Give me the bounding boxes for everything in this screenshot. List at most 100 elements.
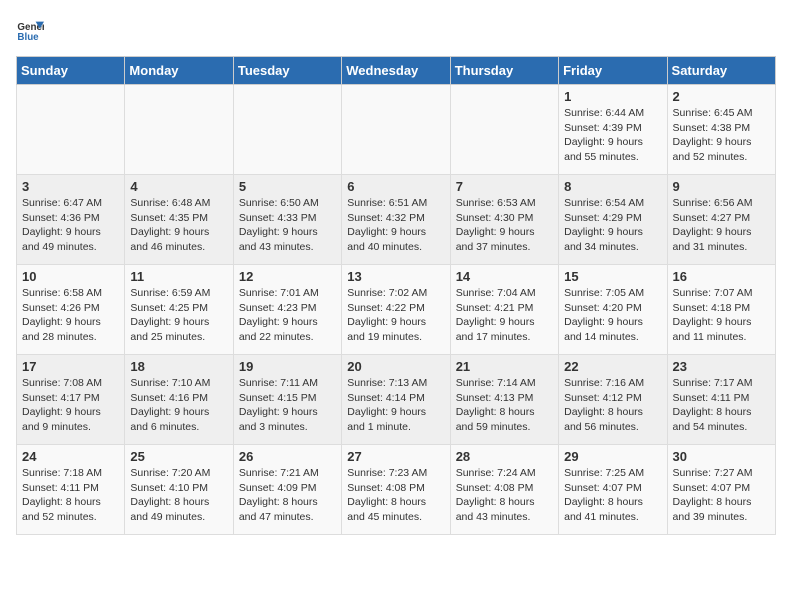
day-info: Sunrise: 7:02 AM Sunset: 4:22 PM Dayligh…	[347, 286, 444, 345]
day-number: 23	[673, 359, 770, 374]
day-header-sunday: Sunday	[17, 57, 125, 85]
day-info: Sunrise: 6:45 AM Sunset: 4:38 PM Dayligh…	[673, 106, 770, 165]
calendar-cell: 7 Sunrise: 6:53 AM Sunset: 4:30 PM Daylig…	[450, 175, 558, 265]
day-info: Sunrise: 7:23 AM Sunset: 4:08 PM Dayligh…	[347, 466, 444, 525]
calendar-cell: 12 Sunrise: 7:01 AM Sunset: 4:23 PM Dayli…	[233, 265, 341, 355]
day-number: 8	[564, 179, 661, 194]
calendar-table: SundayMondayTuesdayWednesdayThursdayFrid…	[16, 56, 776, 535]
day-header-thursday: Thursday	[450, 57, 558, 85]
calendar-body: 1Sunrise: 6:44 AM Sunset: 4:39 PM Daylig…	[17, 85, 776, 535]
day-info: Sunrise: 7:27 AM Sunset: 4:07 PM Dayligh…	[673, 466, 770, 525]
day-info: Sunrise: 6:51 AM Sunset: 4:32 PM Dayligh…	[347, 196, 444, 255]
calendar-cell: 10 Sunrise: 6:58 AM Sunset: 4:26 PM Dayli…	[17, 265, 125, 355]
day-info: Sunrise: 6:56 AM Sunset: 4:27 PM Dayligh…	[673, 196, 770, 255]
calendar-cell: 23 Sunrise: 7:17 AM Sunset: 4:11 PM Dayli…	[667, 355, 775, 445]
day-info: Sunrise: 7:01 AM Sunset: 4:23 PM Dayligh…	[239, 286, 336, 345]
calendar-cell: 17Sunrise: 7:08 AM Sunset: 4:17 PM Dayli…	[17, 355, 125, 445]
calendar-cell	[125, 85, 233, 175]
logo-icon: General Blue	[16, 16, 44, 44]
day-info: Sunrise: 7:08 AM Sunset: 4:17 PM Dayligh…	[22, 376, 119, 435]
day-number: 6	[347, 179, 444, 194]
day-number: 2	[673, 89, 770, 104]
calendar-cell: 5 Sunrise: 6:50 AM Sunset: 4:33 PM Daylig…	[233, 175, 341, 265]
day-info: Sunrise: 6:53 AM Sunset: 4:30 PM Dayligh…	[456, 196, 553, 255]
calendar-cell: 30Sunrise: 7:27 AM Sunset: 4:07 PM Dayli…	[667, 445, 775, 535]
svg-text:Blue: Blue	[17, 32, 39, 43]
day-number: 16	[673, 269, 770, 284]
day-number: 4	[130, 179, 227, 194]
calendar-cell: 3 Sunrise: 6:47 AM Sunset: 4:36 PM Daylig…	[17, 175, 125, 265]
calendar-cell: 9 Sunrise: 6:56 AM Sunset: 4:27 PM Daylig…	[667, 175, 775, 265]
calendar-cell: 28 Sunrise: 7:24 AM Sunset: 4:08 PM Dayli…	[450, 445, 558, 535]
day-info: Sunrise: 7:20 AM Sunset: 4:10 PM Dayligh…	[130, 466, 227, 525]
day-info: Sunrise: 7:07 AM Sunset: 4:18 PM Dayligh…	[673, 286, 770, 345]
calendar-cell: 29 Sunrise: 7:25 AM Sunset: 4:07 PM Dayli…	[559, 445, 667, 535]
calendar-cell: 26 Sunrise: 7:21 AM Sunset: 4:09 PM Dayli…	[233, 445, 341, 535]
day-info: Sunrise: 7:21 AM Sunset: 4:09 PM Dayligh…	[239, 466, 336, 525]
day-number: 19	[239, 359, 336, 374]
day-number: 13	[347, 269, 444, 284]
day-info: Sunrise: 6:47 AM Sunset: 4:36 PM Dayligh…	[22, 196, 119, 255]
logo: General Blue	[16, 16, 48, 44]
calendar-cell: 1Sunrise: 6:44 AM Sunset: 4:39 PM Daylig…	[559, 85, 667, 175]
day-number: 5	[239, 179, 336, 194]
day-number: 7	[456, 179, 553, 194]
day-number: 10	[22, 269, 119, 284]
day-number: 25	[130, 449, 227, 464]
calendar-cell	[17, 85, 125, 175]
day-info: Sunrise: 7:24 AM Sunset: 4:08 PM Dayligh…	[456, 466, 553, 525]
day-info: Sunrise: 6:48 AM Sunset: 4:35 PM Dayligh…	[130, 196, 227, 255]
day-info: Sunrise: 6:50 AM Sunset: 4:33 PM Dayligh…	[239, 196, 336, 255]
day-info: Sunrise: 7:10 AM Sunset: 4:16 PM Dayligh…	[130, 376, 227, 435]
day-info: Sunrise: 7:11 AM Sunset: 4:15 PM Dayligh…	[239, 376, 336, 435]
calendar-week-4: 17Sunrise: 7:08 AM Sunset: 4:17 PM Dayli…	[17, 355, 776, 445]
day-header-wednesday: Wednesday	[342, 57, 450, 85]
day-number: 12	[239, 269, 336, 284]
day-header-tuesday: Tuesday	[233, 57, 341, 85]
day-info: Sunrise: 7:13 AM Sunset: 4:14 PM Dayligh…	[347, 376, 444, 435]
day-number: 11	[130, 269, 227, 284]
calendar-week-5: 24Sunrise: 7:18 AM Sunset: 4:11 PM Dayli…	[17, 445, 776, 535]
calendar-cell: 11Sunrise: 6:59 AM Sunset: 4:25 PM Dayli…	[125, 265, 233, 355]
day-number: 15	[564, 269, 661, 284]
day-number: 29	[564, 449, 661, 464]
calendar-cell	[450, 85, 558, 175]
day-number: 27	[347, 449, 444, 464]
day-info: Sunrise: 7:18 AM Sunset: 4:11 PM Dayligh…	[22, 466, 119, 525]
page-header: General Blue	[16, 16, 776, 44]
calendar-cell: 22 Sunrise: 7:16 AM Sunset: 4:12 PM Dayli…	[559, 355, 667, 445]
calendar-cell: 18 Sunrise: 7:10 AM Sunset: 4:16 PM Dayli…	[125, 355, 233, 445]
calendar-cell	[233, 85, 341, 175]
day-number: 1	[564, 89, 661, 104]
day-info: Sunrise: 6:58 AM Sunset: 4:26 PM Dayligh…	[22, 286, 119, 345]
day-number: 20	[347, 359, 444, 374]
day-header-saturday: Saturday	[667, 57, 775, 85]
day-info: Sunrise: 6:54 AM Sunset: 4:29 PM Dayligh…	[564, 196, 661, 255]
day-info: Sunrise: 7:17 AM Sunset: 4:11 PM Dayligh…	[673, 376, 770, 435]
day-info: Sunrise: 7:14 AM Sunset: 4:13 PM Dayligh…	[456, 376, 553, 435]
calendar-cell: 8 Sunrise: 6:54 AM Sunset: 4:29 PM Daylig…	[559, 175, 667, 265]
calendar-cell: 16 Sunrise: 7:07 AM Sunset: 4:18 PM Dayli…	[667, 265, 775, 355]
calendar-week-3: 10 Sunrise: 6:58 AM Sunset: 4:26 PM Dayli…	[17, 265, 776, 355]
day-number: 28	[456, 449, 553, 464]
day-number: 3	[22, 179, 119, 194]
calendar-cell: 15 Sunrise: 7:05 AM Sunset: 4:20 PM Dayli…	[559, 265, 667, 355]
day-info: Sunrise: 7:05 AM Sunset: 4:20 PM Dayligh…	[564, 286, 661, 345]
calendar-cell: 4 Sunrise: 6:48 AM Sunset: 4:35 PM Daylig…	[125, 175, 233, 265]
calendar-cell: 19 Sunrise: 7:11 AM Sunset: 4:15 PM Dayli…	[233, 355, 341, 445]
calendar-cell: 20 Sunrise: 7:13 AM Sunset: 4:14 PM Dayli…	[342, 355, 450, 445]
calendar-cell	[342, 85, 450, 175]
calendar-cell: 25 Sunrise: 7:20 AM Sunset: 4:10 PM Dayli…	[125, 445, 233, 535]
day-info: Sunrise: 7:25 AM Sunset: 4:07 PM Dayligh…	[564, 466, 661, 525]
day-header-monday: Monday	[125, 57, 233, 85]
calendar-cell: 2 Sunrise: 6:45 AM Sunset: 4:38 PM Daylig…	[667, 85, 775, 175]
calendar-cell: 21Sunrise: 7:14 AM Sunset: 4:13 PM Dayli…	[450, 355, 558, 445]
calendar-week-2: 3 Sunrise: 6:47 AM Sunset: 4:36 PM Daylig…	[17, 175, 776, 265]
day-number: 18	[130, 359, 227, 374]
day-number: 9	[673, 179, 770, 194]
day-number: 26	[239, 449, 336, 464]
calendar-week-1: 1Sunrise: 6:44 AM Sunset: 4:39 PM Daylig…	[17, 85, 776, 175]
day-number: 22	[564, 359, 661, 374]
day-info: Sunrise: 7:16 AM Sunset: 4:12 PM Dayligh…	[564, 376, 661, 435]
calendar-cell: 14Sunrise: 7:04 AM Sunset: 4:21 PM Dayli…	[450, 265, 558, 355]
